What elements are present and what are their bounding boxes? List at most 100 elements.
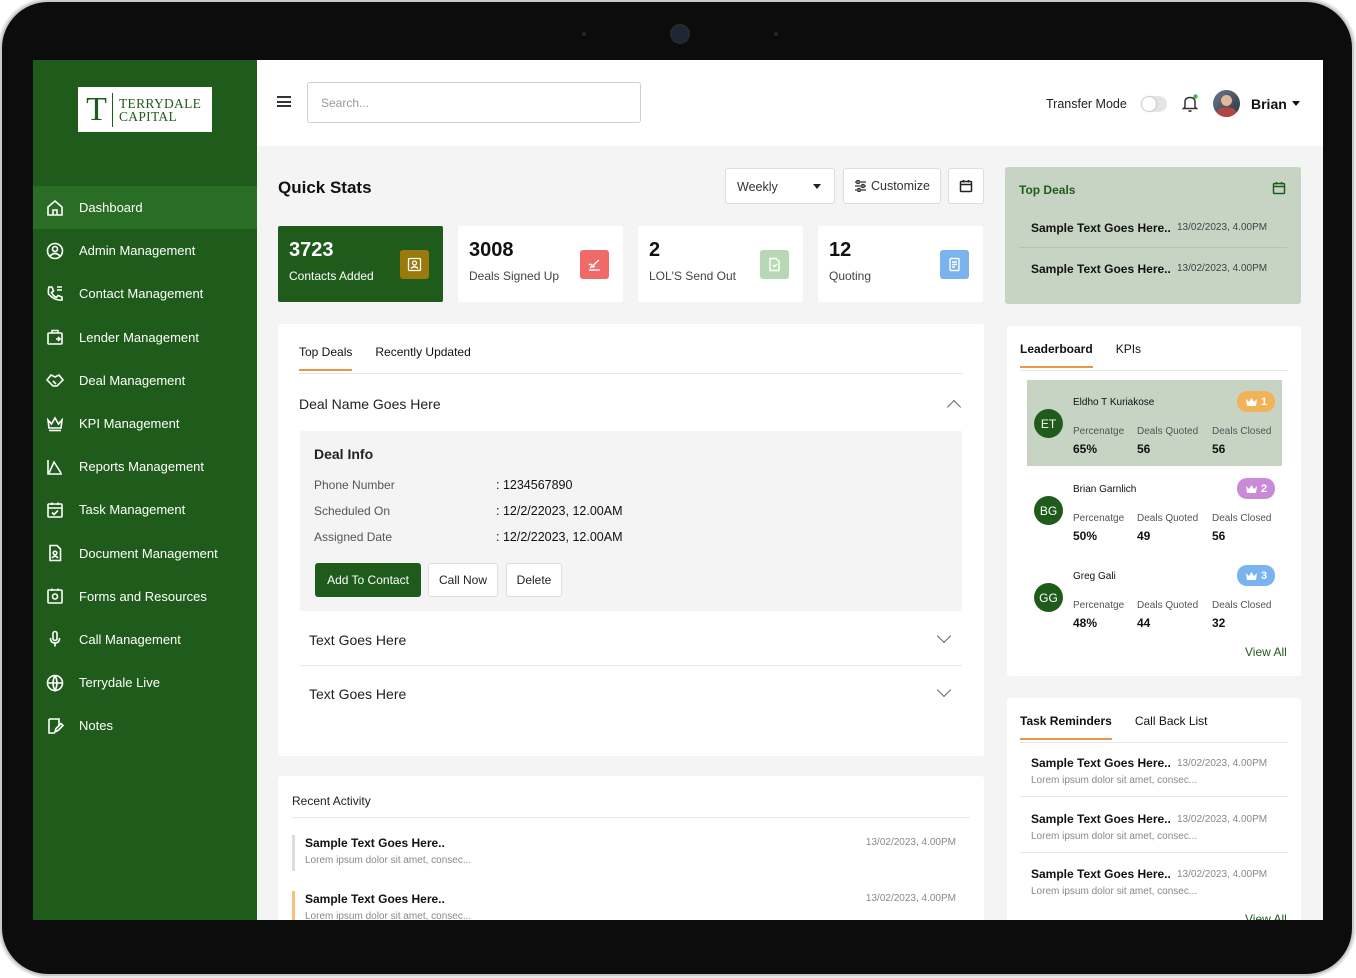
tab-kpis[interactable]: KPIs [1116,342,1141,368]
list-item[interactable]: Sample Text Goes Here.. 13/02/2023, 4.00… [1031,812,1291,842]
sidebar-item-reports[interactable]: Reports Management [33,445,257,488]
notes-icon [48,718,65,734]
field-value: : 1234567890 [496,478,573,492]
task-subtitle: Lorem ipsum dolor sit amet, consec... [1031,831,1198,842]
sidebar-item-documents[interactable]: Document Management [33,532,257,575]
rank-badge: 2 [1237,478,1275,499]
view-all-link[interactable]: View All [1245,912,1287,920]
delete-button[interactable]: Delete [506,563,562,597]
task-date: 13/02/2023, 4.00PM [1177,758,1268,769]
sidebar-item-admin[interactable]: Admin Management [33,229,257,272]
sidebar-item-lenders[interactable]: Lender Management [33,316,257,359]
tabs-divider [299,373,963,374]
sidebar-item-label: Task Management [79,502,186,518]
top-deal-title[interactable]: Sample Text Goes Here.. [1031,262,1171,276]
list-item[interactable]: Sample Text Goes Here.. Lorem ipsum dolo… [292,891,970,920]
calendar-button[interactable] [948,168,984,204]
transfer-mode-toggle[interactable] [1141,96,1167,112]
stat-card-lols[interactable]: 2 LOL'S Send Out [638,226,803,302]
chevron-down-icon[interactable] [1292,101,1300,106]
task-tabs: Task Reminders Call Back List [1020,714,1208,740]
calendar-check-icon [47,502,63,518]
chevron-down-icon[interactable] [936,682,952,698]
bell-icon[interactable] [1179,92,1201,114]
task-date: 13/02/2023, 4.00PM [1177,869,1268,880]
field-label: Assigned Date [314,530,393,544]
leaderboard-row[interactable]: BG Brian Garnlich 2 Percenatge Deals Quo… [1027,467,1282,553]
tab-leaderboard[interactable]: Leaderboard [1020,342,1093,368]
tabs-divider [1020,742,1288,743]
deal-info-title: Deal Info [314,446,374,462]
sidebar-item-live[interactable]: Terrydale Live [33,661,257,704]
period-select[interactable]: Weekly [725,168,835,204]
chevron-down-icon[interactable] [936,628,952,644]
deals-panel: Top Deals Recently Updated Deal Name Goe… [278,324,984,756]
stat-card-deals[interactable]: 3008 Deals Signed Up [458,226,623,302]
sidebar-item-notes[interactable]: Notes [33,704,257,747]
list-item[interactable]: Sample Text Goes Here.. Lorem ipsum dolo… [292,835,970,871]
tasks-panel: Task Reminders Call Back List Sample Tex… [1007,698,1301,920]
sidebar-item-calls[interactable]: Call Management [33,618,257,661]
stat-card-contacts[interactable]: 3723 Contacts Added [278,226,443,302]
sidebar-item-label: Reports Management [79,459,205,475]
top-deal-title[interactable]: Sample Text Goes Here.. [1031,221,1171,235]
accordion-item[interactable]: Text Goes Here [309,686,406,702]
sensor-dot [582,32,586,36]
user-name[interactable]: Brian [1251,96,1287,112]
list-item[interactable]: Sample Text Goes Here.. 13/02/2023, 4.00… [1031,867,1291,897]
tab-recently-updated[interactable]: Recently Updated [375,345,470,371]
menu-icon[interactable] [277,96,291,107]
list-item[interactable]: Sample Text Goes Here.. 13/02/2023, 4.00… [1031,756,1291,786]
task-subtitle: Lorem ipsum dolor sit amet, consec... [1031,775,1198,786]
col-label: Percenatge [1073,600,1125,611]
section-divider [292,817,970,818]
view-all-link[interactable]: View All [1245,645,1287,659]
add-to-contact-button[interactable]: Add To Contact [315,563,421,597]
terrydale-logo[interactable]: T TERRYDALE CAPITAL [78,87,212,132]
top-deals-panel: Top Deals Sample Text Goes Here.. 13/02/… [1005,167,1301,304]
col-label: Percenatge [1073,426,1125,437]
avatar: ET [1034,409,1063,438]
sidebar-item-tasks[interactable]: Task Management [33,488,257,531]
leaderboard-panel: Leaderboard KPIs ET Eldho T Kuriakose 1 … [1007,326,1301,676]
calendar-icon[interactable] [1272,181,1286,195]
sidebar-item-label: Call Management [79,631,181,647]
activity-date: 13/02/2023, 4.00PM [865,893,956,904]
call-now-button[interactable]: Call Now [428,563,498,597]
chevron-up-icon[interactable] [946,399,962,415]
sidebar-item-kpi[interactable]: KPI Management [33,402,257,445]
percentage-value: 65% [1073,442,1098,456]
stat-card-quoting[interactable]: 12 Quoting [818,226,983,302]
customize-button[interactable]: Customize [843,168,941,204]
deal-name[interactable]: Deal Name Goes Here [299,396,441,412]
sidebar-item-label: Lender Management [79,329,199,345]
tab-top-deals[interactable]: Top Deals [299,345,353,371]
rank-number: 3 [1260,569,1268,582]
row-divider [1019,247,1287,248]
sidebar-item-deals[interactable]: Deal Management [33,359,257,402]
sidebar-item-forms[interactable]: Forms and Resources [33,575,257,618]
recent-activity-title: Recent Activity [292,794,371,808]
field-label: Phone Number [314,478,395,492]
avatar[interactable] [1213,90,1240,117]
leader-name: Eldho T Kuriakose [1073,397,1155,408]
tab-call-back-list[interactable]: Call Back List [1135,714,1208,740]
sidebar-item-dashboard[interactable]: Dashboard [33,186,257,230]
search-input[interactable] [307,82,641,123]
tab-task-reminders[interactable]: Task Reminders [1020,714,1112,740]
rank-badge: 1 [1237,391,1275,412]
quick-stats-title: Quick Stats [278,178,372,197]
task-subtitle: Lorem ipsum dolor sit amet, consec... [1031,886,1198,897]
sidebar: T TERRYDALE CAPITAL Dashboard Admin Mana… [33,60,257,920]
col-label: Deals Quoted [1137,426,1199,437]
leaderboard-row[interactable]: ET Eldho T Kuriakose 1 Percenatge Deals … [1027,380,1282,466]
activity-date: 13/02/2023, 4.00PM [865,837,956,848]
rank-badge: 3 [1237,565,1275,586]
handshake-icon [45,374,65,388]
document-icon [49,544,62,562]
accordion-item[interactable]: Text Goes Here [309,632,406,648]
leaderboard-row[interactable]: GG Greg Gali 3 Percenatge Deals Quoted D… [1027,554,1282,640]
sidebar-item-label: Document Management [79,545,218,561]
col-label: Deals Closed [1212,513,1272,524]
sidebar-item-contacts[interactable]: Contact Management [33,272,257,315]
